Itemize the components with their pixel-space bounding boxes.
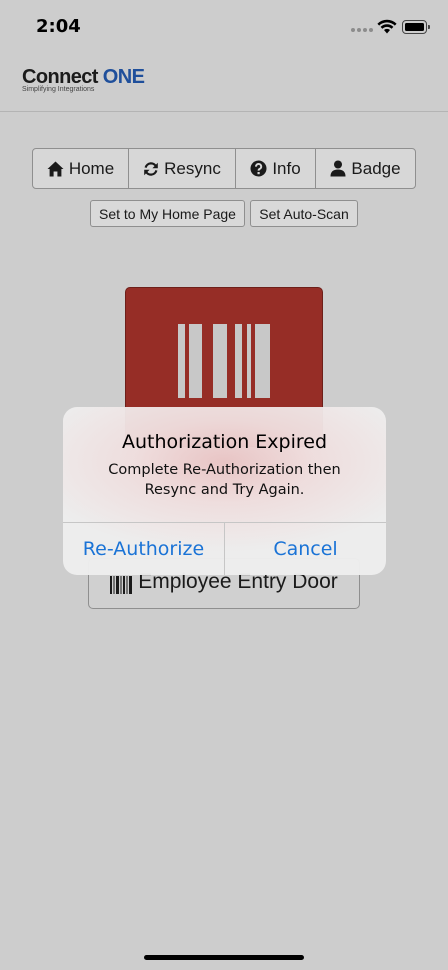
- alert-title: Authorization Expired: [121, 431, 328, 453]
- wifi-icon: [377, 19, 397, 34]
- status-time: 2:04: [36, 16, 81, 37]
- user-icon: [330, 160, 346, 177]
- authorization-expired-alert: Authorization Expired Complete Re-Author…: [63, 407, 386, 575]
- info-button[interactable]: Info: [236, 149, 316, 188]
- cellular-signal-icon: [351, 28, 373, 34]
- home-icon: [47, 161, 64, 176]
- resync-button[interactable]: Resync: [129, 149, 236, 188]
- home-button[interactable]: Home: [33, 149, 129, 188]
- refresh-icon: [144, 161, 158, 176]
- set-home-page-button[interactable]: Set to My Home Page: [90, 200, 245, 227]
- info-icon: [250, 160, 267, 177]
- app-header: Connect ONE Simplifying Integrations: [0, 56, 448, 112]
- status-bar: 2:04: [0, 0, 448, 56]
- logo-accent-text: ONE: [102, 66, 145, 88]
- connect-one-logo: Connect ONE Simplifying Integrations: [22, 66, 145, 100]
- alert-message: Complete Re-Authorization then Resync an…: [108, 462, 341, 498]
- barcode-icon: [110, 576, 133, 594]
- logo-text: Connect: [22, 66, 98, 88]
- battery-icon: [402, 20, 431, 34]
- home-indicator[interactable]: [144, 955, 304, 960]
- cancel-button[interactable]: Cancel: [225, 523, 386, 575]
- badge-label: Badge: [351, 158, 401, 178]
- nav-button-group: Home Resync Info Badge: [32, 148, 416, 189]
- re-authorize-button[interactable]: Re-Authorize: [63, 523, 225, 575]
- home-label: Home: [68, 158, 115, 178]
- barcode-icon: [178, 324, 270, 398]
- resync-label: Resync: [164, 158, 221, 178]
- info-label: Info: [272, 158, 301, 178]
- set-auto-scan-button[interactable]: Set Auto-Scan: [250, 200, 358, 227]
- badge-button[interactable]: Badge: [316, 149, 415, 188]
- alert-actions: Re-Authorize Cancel: [63, 522, 386, 575]
